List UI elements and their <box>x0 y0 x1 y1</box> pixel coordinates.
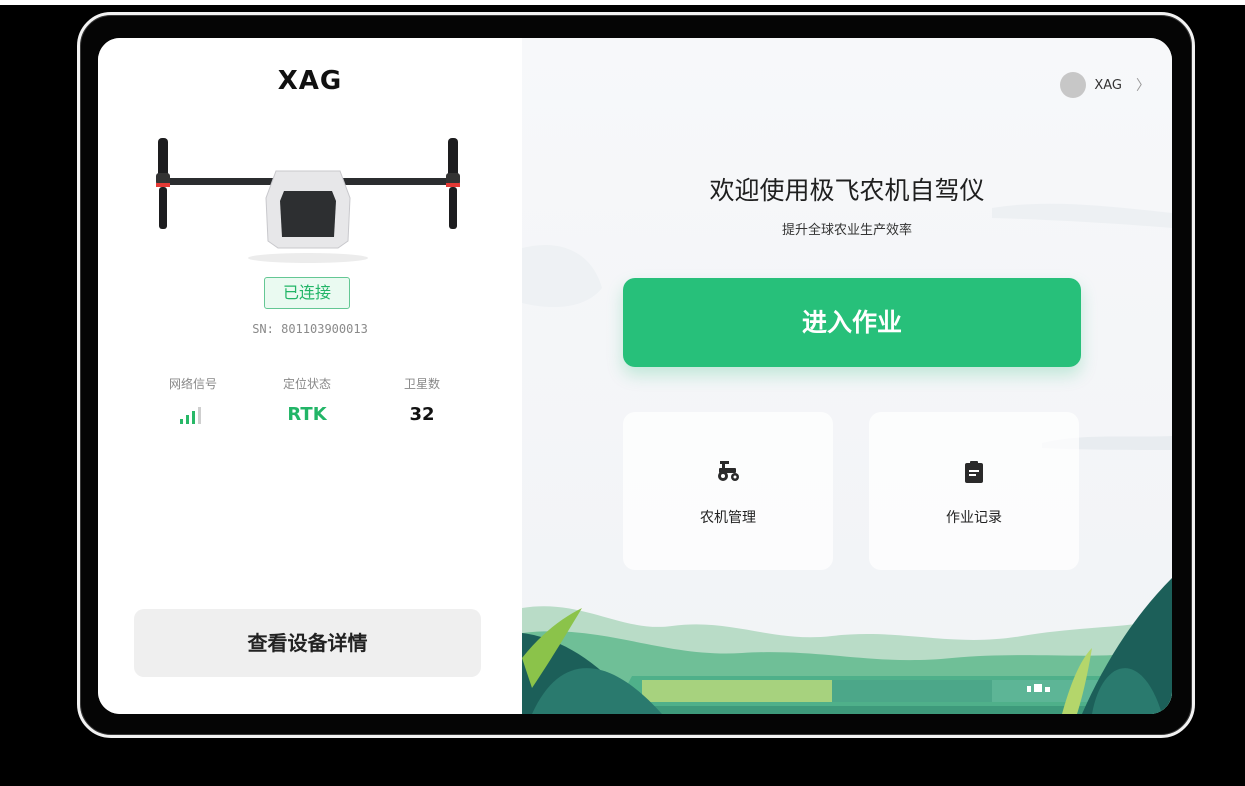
position-status-label: 定位状态 <box>282 377 331 391</box>
satellite-count-value: 32 <box>409 404 435 425</box>
drone-image <box>156 138 460 263</box>
work-records-label: 作业记录 <box>946 510 1002 526</box>
chevron-right-icon: 〉 <box>1136 78 1150 94</box>
top-edge-strip <box>0 0 1245 5</box>
machine-management-label: 农机管理 <box>700 510 756 526</box>
satellite-count-label: 卫星数 <box>403 377 440 391</box>
connection-status-badge: 已连接 <box>264 277 350 309</box>
signal-icon <box>180 406 206 424</box>
app-screen: XAG 已连接 SN: 801103900013 网络信号 定位状态 卫星数 R… <box>98 38 1172 714</box>
position-status-value: RTK <box>287 404 327 425</box>
machine-management-card[interactable]: 农机管理 <box>623 412 833 570</box>
enter-work-button[interactable]: 进入作业 <box>623 278 1081 367</box>
clipboard-icon <box>869 460 1079 488</box>
device-panel: XAG 已连接 SN: 801103900013 网络信号 定位状态 卫星数 R… <box>98 38 522 714</box>
xag-logo: XAG <box>277 66 343 96</box>
serial-number: SN: 801103900013 <box>252 322 368 336</box>
tractor-icon <box>623 460 833 486</box>
avatar <box>1060 72 1087 98</box>
background-clouds <box>522 203 1172 450</box>
network-signal-label: 网络信号 <box>168 377 217 391</box>
main-panel: XAG 〉 欢迎使用极飞农机自驾仪 提升全球农业生产效率 进入作业 农机管理 作… <box>522 38 1172 714</box>
welcome-title: 欢迎使用极飞农机自驾仪 <box>709 176 985 205</box>
user-profile-link[interactable]: XAG 〉 <box>1060 72 1150 98</box>
welcome-subtitle: 提升全球农业生产效率 <box>781 223 912 238</box>
view-device-details-button[interactable]: 查看设备详情 <box>134 609 481 677</box>
work-records-card[interactable]: 作业记录 <box>869 412 1079 570</box>
user-name: XAG <box>1094 77 1122 93</box>
